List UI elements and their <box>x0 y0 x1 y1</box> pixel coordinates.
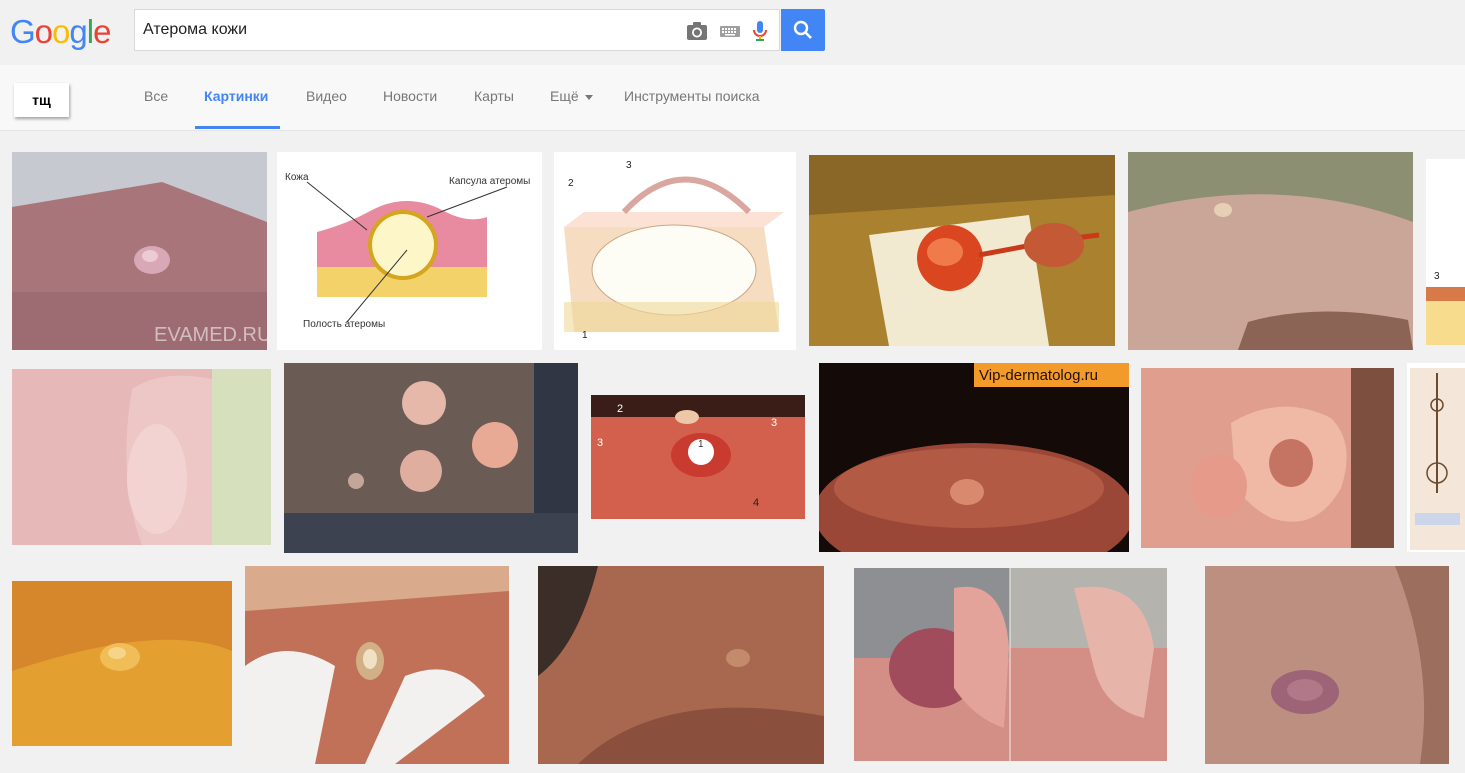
tab-more[interactable]: Ещё <box>550 88 593 104</box>
diagram-label-capsule: Капсула атеромы <box>449 176 531 187</box>
diagram-number: 4 <box>753 497 760 509</box>
diagram-number: 1 <box>698 439 704 450</box>
logo-letter: o <box>34 13 53 50</box>
diagram-number: 3 <box>771 417 778 429</box>
tab-search-tools[interactable]: Инструменты поиска <box>624 88 760 104</box>
tab-news[interactable]: Новости <box>383 88 437 104</box>
image-result-14[interactable] <box>245 566 509 764</box>
tab-all[interactable]: Все <box>144 88 168 104</box>
google-logo[interactable]: Google <box>10 13 111 51</box>
image-result-2[interactable]: Кожа Капсула атеромы Полость атеромы <box>277 152 542 350</box>
image-result-13[interactable] <box>12 581 232 746</box>
logo-letter: G <box>10 13 36 50</box>
image-result-3[interactable]: 3 2 1 <box>554 152 796 350</box>
image-result-11[interactable] <box>1141 368 1394 548</box>
camera-icon[interactable] <box>685 20 709 42</box>
image-results-grid: EVAMED.RU Кожа Капсула атеромы Полость а… <box>0 131 1465 773</box>
diagram-label-skin: Кожа <box>285 172 309 183</box>
image-result-9[interactable]: 2 1 3 3 4 <box>591 395 805 519</box>
image-result-17[interactable] <box>1205 566 1449 764</box>
top-bar: Google <box>0 0 1465 66</box>
mic-icon[interactable] <box>751 20 769 42</box>
search-input[interactable] <box>143 18 663 42</box>
image-result-1[interactable]: EVAMED.RU <box>12 152 267 350</box>
search-nav: тщ Все Картинки Видео Новости Карты Ещё … <box>0 65 1465 131</box>
active-tab-indicator <box>195 126 280 129</box>
image-result-7[interactable] <box>12 369 271 545</box>
diagram-label-cavity: Полость атеромы <box>303 319 386 330</box>
search-box <box>134 9 780 51</box>
diagram-number: 2 <box>568 178 574 189</box>
diagram-number: 2 <box>617 403 624 415</box>
image-result-6[interactable]: 3 <box>1426 159 1465 345</box>
tab-images[interactable]: Картинки <box>204 88 268 104</box>
image-result-4[interactable] <box>809 155 1115 346</box>
image-result-8[interactable] <box>284 363 578 553</box>
diagram-number: 3 <box>1434 271 1440 282</box>
logo-letter: e <box>93 13 111 50</box>
image-result-10[interactable]: Vip-dermatolog.ru <box>819 363 1129 552</box>
image-watermark: Vip-dermatolog.ru <box>979 367 1098 384</box>
diagram-number: 3 <box>597 437 604 449</box>
search-button[interactable] <box>781 9 825 51</box>
diagram-number: 3 <box>626 160 632 171</box>
image-result-12[interactable] <box>1407 363 1465 552</box>
overlay-label: тщ <box>14 83 69 117</box>
image-result-5[interactable] <box>1128 152 1413 350</box>
tab-maps[interactable]: Карты <box>474 88 514 104</box>
diagram-number: 1 <box>582 330 588 341</box>
keyboard-icon[interactable] <box>719 20 741 42</box>
image-result-16[interactable] <box>854 568 1167 761</box>
image-result-15[interactable] <box>538 566 824 764</box>
tab-more-label: Ещё <box>550 88 579 104</box>
logo-letter: o <box>52 13 70 50</box>
logo-letter: g <box>69 13 87 50</box>
tab-video[interactable]: Видео <box>306 88 347 104</box>
image-watermark: EVAMED.RU <box>154 324 267 346</box>
search-icon <box>793 20 812 39</box>
chevron-down-icon <box>584 94 593 100</box>
